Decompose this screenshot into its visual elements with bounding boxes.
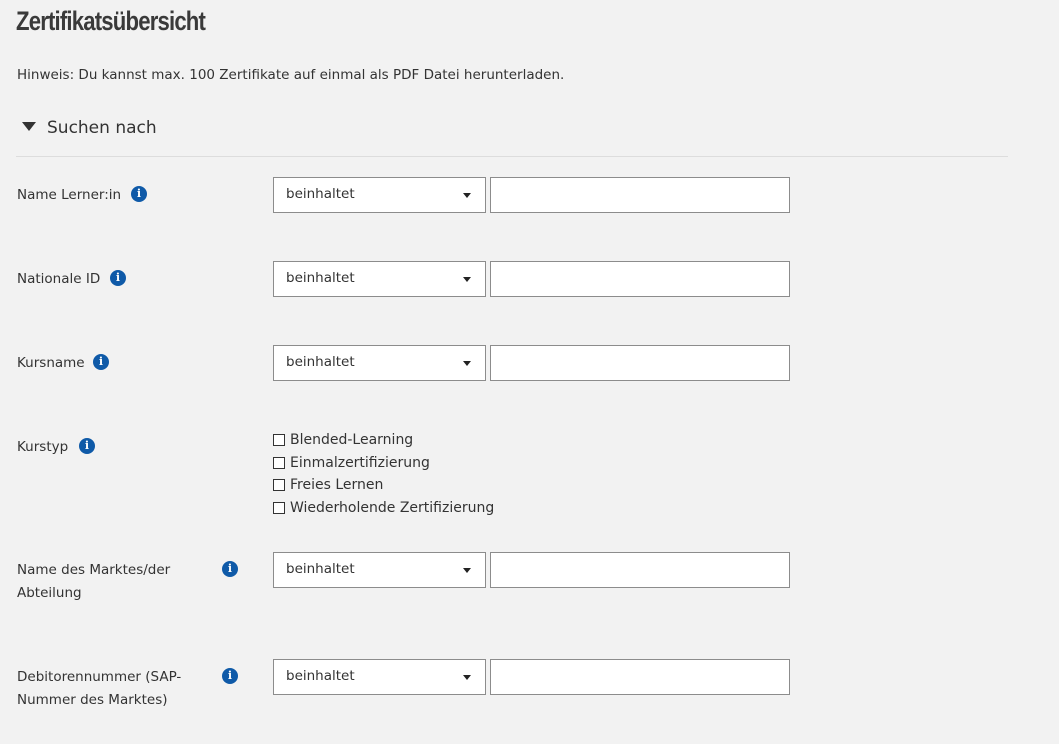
national-id-operator-select[interactable]: beinhaltet	[273, 261, 486, 297]
debtor-number-input[interactable]	[490, 659, 790, 695]
market-name-label: Name des Marktes/der Abteilung	[17, 559, 170, 605]
national-id-input[interactable]	[490, 261, 790, 297]
caret-down-icon	[22, 122, 36, 131]
checkbox-freies-lernen[interactable]: Freies Lernen	[273, 477, 383, 493]
market-name-operator-select[interactable]: beinhaltet	[273, 552, 486, 588]
select-value: beinhaltet	[286, 270, 355, 286]
checkbox-label: Freies Lernen	[290, 477, 384, 493]
chevron-down-icon	[463, 361, 471, 366]
checkbox-label: Blended-Learning	[290, 432, 414, 448]
debtor-number-operator-select[interactable]: beinhaltet	[273, 659, 486, 695]
checkbox[interactable]	[273, 457, 285, 469]
market-name-input[interactable]	[490, 552, 790, 588]
search-toggle-label: Suchen nach	[47, 118, 157, 138]
checkbox[interactable]	[273, 502, 285, 514]
select-value: beinhaltet	[286, 354, 355, 370]
select-value: beinhaltet	[286, 186, 355, 202]
download-hint: Hinweis: Du kannst max. 100 Zertifikate …	[17, 67, 565, 83]
info-icon[interactable]: i	[93, 354, 109, 370]
debtor-number-label: Debitorennummer (SAP- Nummer des Marktes…	[17, 666, 181, 712]
chevron-down-icon	[463, 675, 471, 680]
market-name-label-line1: Name des Marktes/der	[17, 562, 171, 578]
info-icon[interactable]: i	[131, 186, 147, 202]
select-value: beinhaltet	[286, 561, 355, 577]
learner-name-label: Name Lerner:in	[17, 187, 122, 203]
checkbox-einmalzertifizierung[interactable]: Einmalzertifizierung	[273, 455, 430, 471]
select-value: beinhaltet	[286, 668, 355, 684]
learner-name-operator-select[interactable]: beinhaltet	[273, 177, 486, 213]
learner-name-input[interactable]	[490, 177, 790, 213]
info-icon[interactable]: i	[222, 668, 238, 684]
national-id-label: Nationale ID	[17, 271, 101, 287]
info-icon[interactable]: i	[79, 438, 95, 454]
info-icon[interactable]: i	[110, 270, 126, 286]
checkbox-label: Wiederholende Zertifizierung	[290, 500, 495, 516]
market-name-label-line2: Abteilung	[17, 585, 82, 601]
checkbox[interactable]	[273, 479, 285, 491]
checkbox-wiederholende-zertifizierung[interactable]: Wiederholende Zertifizierung	[273, 500, 494, 516]
checkbox[interactable]	[273, 434, 285, 446]
debtor-number-label-line1: Debitorennummer (SAP-	[17, 669, 182, 685]
checkbox-blended-learning[interactable]: Blended-Learning	[273, 432, 413, 448]
search-toggle[interactable]: Suchen nach	[22, 118, 157, 138]
search-divider	[16, 156, 1008, 157]
debtor-number-label-line2: Nummer des Marktes)	[17, 692, 168, 708]
course-name-input[interactable]	[490, 345, 790, 381]
chevron-down-icon	[463, 277, 471, 282]
chevron-down-icon	[463, 193, 471, 198]
info-icon[interactable]: i	[222, 561, 238, 577]
course-name-operator-select[interactable]: beinhaltet	[273, 345, 486, 381]
chevron-down-icon	[463, 568, 471, 573]
course-name-label: Kursname	[17, 355, 85, 371]
page-title: Zertifikatsübersicht	[16, 6, 206, 36]
course-type-label: Kurstyp	[17, 439, 69, 455]
checkbox-label: Einmalzertifizierung	[290, 455, 430, 471]
